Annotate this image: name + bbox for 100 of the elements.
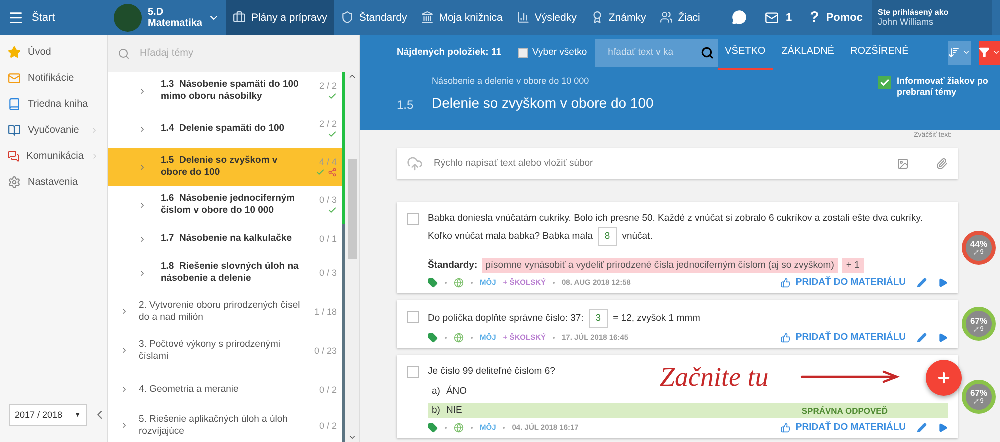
filter-tab[interactable]: ZÁKLADNÉ (774, 35, 842, 70)
nav-item[interactable]: Výsledky (510, 0, 584, 35)
chevron-icon (138, 234, 147, 244)
chevron-icon (120, 421, 129, 430)
image-icon[interactable] (897, 158, 909, 170)
standard-tag[interactable]: + 1 (842, 258, 864, 273)
edit-button[interactable] (917, 278, 927, 288)
topic-count: 0 / 2 (319, 420, 337, 430)
topic-search-field[interactable]: Hľadaj témy (108, 35, 359, 72)
caret-icon (962, 48, 971, 57)
scroll-thumb[interactable] (348, 159, 356, 259)
open-book-icon (8, 124, 21, 136)
search-input[interactable]: hľadať text v ka (606, 46, 702, 59)
upload-icon (407, 156, 423, 172)
sidebar-item[interactable]: Nastavenia (0, 169, 107, 195)
play-button[interactable] (938, 422, 948, 432)
briefcase-icon (233, 11, 246, 24)
option-text: NIE (446, 405, 464, 416)
nav-item[interactable]: Známky (584, 0, 654, 35)
tag-icon[interactable] (428, 422, 438, 432)
nav-item[interactable]: Plány a prípravy (226, 0, 334, 35)
topic-count: 0 / 1 (319, 234, 337, 244)
user-menu[interactable]: Ste prihlásený ako John Williams (872, 0, 992, 36)
add-to-material-button[interactable]: PRIDAŤ DO MATERIÁLU (780, 422, 906, 433)
globe-icon[interactable] (454, 278, 464, 288)
plus-icon (936, 370, 952, 386)
pencil-icon (917, 278, 927, 288)
sidebar-item[interactable]: Úvod (0, 39, 107, 65)
standards-label: Štandardy: (428, 260, 478, 271)
search-icon (118, 48, 130, 60)
filter-icon (978, 47, 990, 58)
tag-icon[interactable] (428, 332, 438, 342)
topic-item[interactable]: 1.5 Delenie so zvyškom v obore do 100 4 / 4 (108, 148, 345, 186)
class-selector[interactable]: 5.D Matematika (108, 0, 226, 35)
chevron-icon (138, 162, 147, 172)
add-to-material-button[interactable]: PRIDAŤ DO MATERIÁLU (780, 332, 906, 343)
chevron-icon (138, 86, 147, 96)
card-checkbox[interactable] (407, 311, 419, 323)
nav-item[interactable]: Žiaci (653, 0, 708, 35)
found-count: Nájdených položiek: 11 (397, 47, 502, 58)
topic-number: 1.5 (397, 98, 415, 114)
sort-icon (948, 46, 960, 58)
nav-item[interactable]: Moja knižnica (414, 0, 510, 35)
thumbs-up-icon (780, 422, 791, 432)
sidebar-item[interactable]: Komunikácia (0, 143, 107, 169)
scroll-up-icon (348, 72, 356, 81)
search-field[interactable]: hľadať text v ka (595, 38, 718, 66)
building-icon (421, 11, 434, 24)
mail-button[interactable]: 1 (756, 0, 802, 35)
topic-count: 4 / 4 (319, 157, 337, 167)
help-button[interactable]: ? Pomoc (801, 0, 872, 35)
play-button[interactable] (938, 332, 948, 342)
topic-count: 0 / 23 (314, 346, 337, 356)
thumbs-up-icon (780, 332, 791, 342)
card-checkbox[interactable] (407, 366, 419, 378)
option-text: ÁNO (446, 386, 468, 397)
option-letter: b) (432, 405, 440, 416)
sidebar-item[interactable]: Vyučovanie (0, 117, 107, 143)
pencil-icon (917, 422, 927, 432)
tag-icon[interactable] (428, 278, 438, 288)
sidebar-item[interactable]: Notifikácie (0, 65, 107, 91)
question-text: Je číslo 99 deliteľné číslom 6? (428, 365, 556, 379)
filter-tab[interactable]: VŠETKO (718, 35, 773, 70)
chevron-icon (120, 346, 129, 355)
globe-icon[interactable] (454, 332, 464, 342)
card-checkbox[interactable] (407, 213, 419, 225)
select-all-checkbox[interactable]: Vyber všetko (518, 47, 588, 58)
globe-icon[interactable] (454, 422, 464, 432)
quick-compose-field[interactable]: Rýchlo napísať text alebo vložiť súbor (397, 148, 958, 179)
edit-button[interactable] (917, 422, 927, 432)
option-letter: a) (432, 386, 440, 397)
pencil-icon (974, 399, 980, 404)
filter-button[interactable] (978, 40, 1000, 64)
nav-item[interactable]: Štandardy (334, 0, 414, 35)
add-to-material-button[interactable]: PRIDAŤ DO MATERIÁLU (780, 277, 906, 288)
topic-title-heading: Delenie so zvyškom v obore do 100 (432, 95, 655, 111)
share-icon (328, 168, 337, 177)
bar-chart-icon (516, 11, 530, 24)
chat-icon (8, 150, 20, 162)
scrollbar[interactable] (345, 72, 359, 442)
sidebar-item[interactable]: Triedna kniha (0, 91, 107, 117)
topic-count: 0 / 2 (319, 384, 337, 394)
start-menu-button[interactable]: Štart (0, 0, 108, 35)
arrow-icon (800, 370, 900, 384)
filter-tab[interactable]: ROZŠÍRENÉ (843, 35, 916, 70)
topic-search-input[interactable]: Hľadaj témy (138, 47, 338, 60)
breadcrumb: Násobenie a delenie v obore do 10 000 (432, 76, 590, 86)
play-icon (938, 278, 948, 288)
attachment-icon[interactable] (936, 158, 948, 170)
play-button[interactable] (938, 278, 948, 288)
standard-tag[interactable]: písomne vynásobiť a vydeliť prirodzené čísla jednociferným číslom (aj so zvyškom) (482, 258, 838, 273)
star-icon (8, 46, 21, 58)
shield-icon (341, 11, 354, 24)
edit-button[interactable] (917, 332, 927, 342)
check-icon (328, 206, 337, 215)
sort-button[interactable] (948, 40, 971, 64)
notify-checkbox[interactable]: Informovať žiakov po prebraní témy (878, 76, 990, 130)
envelope-icon (765, 10, 780, 24)
book-icon (8, 98, 21, 110)
topic-count: 1 / 18 (314, 306, 337, 316)
